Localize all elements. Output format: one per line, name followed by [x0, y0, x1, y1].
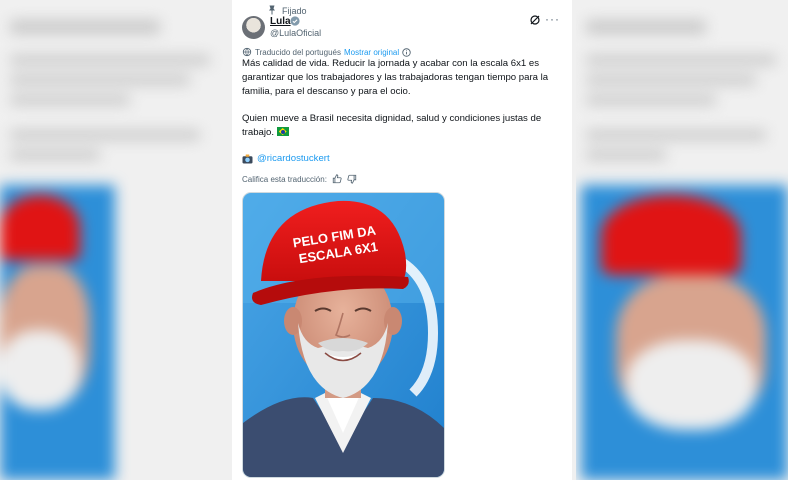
photo-illustration: PELO FIM DA ESCALA 6X1 [243, 193, 444, 477]
show-original-link[interactable]: Mostrar original [344, 48, 399, 57]
translate-icon [242, 47, 252, 57]
blurred-background-left [0, 0, 230, 480]
blurred-background-right [576, 0, 788, 480]
thumbs-up-icon[interactable] [332, 174, 342, 184]
pinned-label: Fijado [282, 6, 307, 16]
verified-badge-icon [290, 16, 300, 26]
mention-link[interactable]: @ricardostuckert [257, 153, 330, 164]
tweet-photo[interactable]: PELO FIM DA ESCALA 6X1 [242, 192, 445, 478]
tweet-paragraph-2: Quien mueve a Brasil necesita dignidad, … [242, 112, 557, 140]
grok-icon[interactable] [529, 14, 541, 26]
translated-label: Traducido del portugués [255, 47, 341, 57]
rate-translation: Califica esta traducción: [242, 174, 357, 184]
author-handle[interactable]: @LulaOficial [270, 28, 321, 38]
avatar[interactable] [242, 16, 265, 39]
tweet-paragraph-1: Más calidad de vida. Reducir la jornada … [242, 58, 549, 97]
pin-icon [269, 5, 275, 15]
thumbs-down-icon[interactable] [347, 174, 357, 184]
author-name[interactable]: Lula [270, 16, 291, 27]
more-icon[interactable]: ··· [545, 12, 560, 26]
camera-icon [242, 153, 253, 164]
tweet-card: Fijado Lula @LulaOficial ··· Traducido d… [232, 0, 572, 480]
tweet-text: Más calidad de vida. Reducir la jornada … [242, 57, 557, 140]
translation-notice: Traducido del portugués Mostrar original [242, 47, 411, 57]
rate-label: Califica esta traducción: [242, 174, 327, 184]
photo-credit: @ricardostuckert [242, 153, 330, 164]
brazil-flag-icon [276, 127, 289, 136]
info-icon[interactable] [402, 47, 411, 57]
